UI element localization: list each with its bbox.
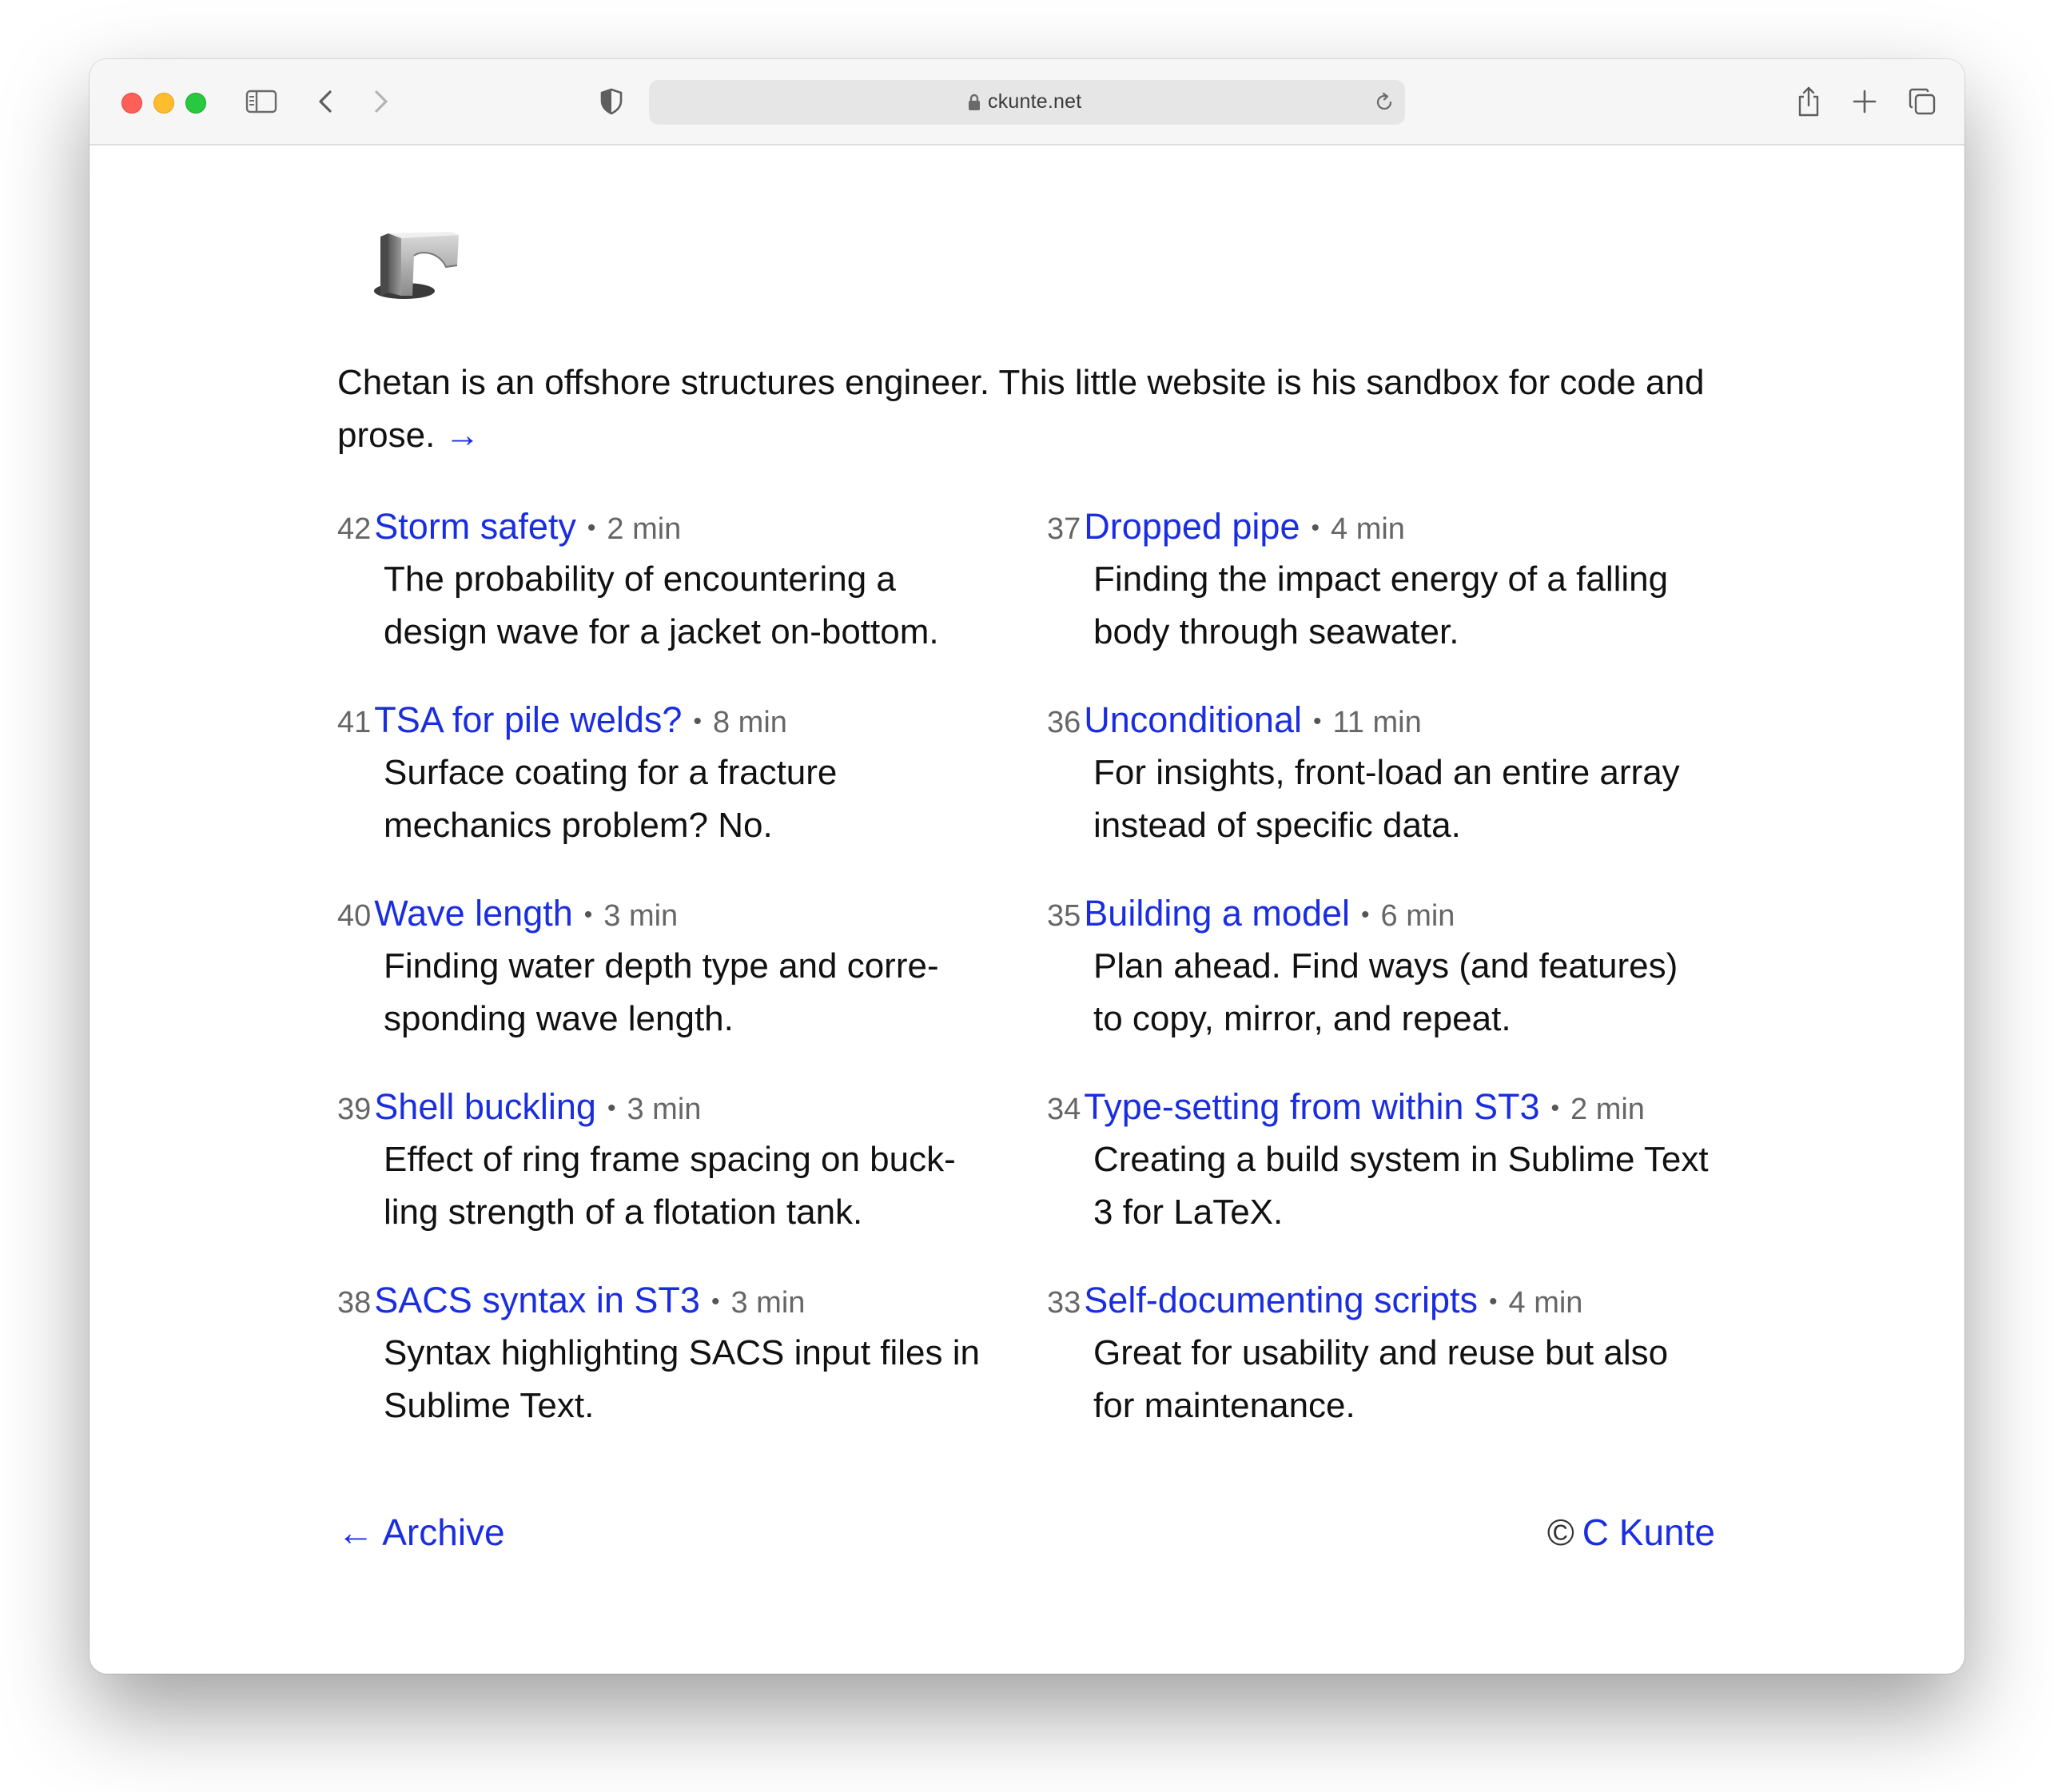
close-window-button[interactable] [121, 93, 142, 113]
post-item: 40Wave length • 3 min Finding water depth … [337, 887, 1025, 1081]
post-item: 36Unconditional • 11 min For insights, fro… [1047, 694, 1734, 887]
read-time: 4 min [1331, 512, 1405, 546]
lock-icon [969, 94, 980, 110]
post-description: Creating a build system in Sublime Text … [1093, 1140, 1709, 1232]
back-chevron-icon[interactable] [307, 83, 344, 120]
post-title-link[interactable]: Storm safety [374, 506, 576, 547]
browser-window: ckunte.net Chetan is an offshore structu… [90, 59, 1964, 1674]
post-title-link[interactable]: Wave length [374, 893, 572, 934]
tab-overview-icon[interactable] [1904, 83, 1941, 120]
post-column-right: 37Dropped pipe • 4 min Finding the impact … [1047, 500, 1734, 1467]
read-time: 2 min [1570, 1093, 1645, 1126]
intro-text: Chetan is an offshore structures enginee… [337, 363, 1705, 455]
post-item: 38SACS syntax in ST3 • 3 min Syntax highli… [337, 1274, 1025, 1467]
post-title-link[interactable]: Unconditional [1084, 699, 1302, 740]
post-item: 37Dropped pipe • 4 min Finding the impact … [1047, 500, 1734, 694]
address-url: ckunte.net [988, 90, 1082, 113]
post-number: 36 [1047, 706, 1081, 739]
separator-dot: • [1361, 902, 1370, 928]
post-description: Great for usability and reuse but also f… [1093, 1333, 1669, 1425]
post-number: 35 [1047, 899, 1081, 933]
browser-toolbar: ckunte.net [90, 59, 1964, 145]
reload-icon[interactable] [1371, 90, 1397, 115]
post-number: 41 [337, 706, 372, 739]
post-number: 34 [1047, 1093, 1081, 1126]
share-icon[interactable] [1790, 83, 1827, 120]
post-number: 39 [337, 1093, 372, 1126]
intro-paragraph: Chetan is an offshore structures enginee… [337, 356, 1744, 462]
copyright-name: C Kunte [1582, 1511, 1715, 1553]
separator-dot: • [583, 902, 593, 928]
separator-dot: • [711, 1288, 720, 1315]
read-time: 2 min [607, 512, 682, 546]
privacy-shield-icon[interactable] [593, 83, 630, 120]
read-time: 11 min [1332, 706, 1422, 739]
new-tab-plus-icon[interactable] [1846, 83, 1883, 120]
separator-dot: • [1312, 708, 1322, 735]
post-item: 39Shell buckling • 3 min Effect of ring fr… [337, 1081, 1025, 1274]
post-number: 38 [337, 1286, 372, 1320]
read-time: 4 min [1508, 1286, 1583, 1320]
address-bar[interactable]: ckunte.net [649, 80, 1405, 125]
post-title-link[interactable]: Self-documenting scripts [1084, 1280, 1478, 1320]
post-item: 42Storm safety • 2 min The probability of … [337, 500, 1025, 694]
read-time: 3 min [627, 1093, 702, 1126]
post-description: The probability of encountering a design… [384, 560, 939, 651]
about-arrow-link[interactable]: → [445, 416, 480, 455]
separator-dot: • [607, 1095, 616, 1121]
site-logo-icon[interactable] [369, 229, 472, 305]
post-description: Syntax highlighting SACS input files in … [384, 1333, 980, 1425]
post-title-link[interactable]: Dropped pipe [1084, 506, 1300, 547]
copyright-icon: © [1546, 1511, 1574, 1553]
page-content: Chetan is an offshore structures enginee… [90, 145, 1964, 1674]
post-number: 37 [1047, 512, 1081, 546]
read-time: 6 min [1380, 899, 1455, 933]
forward-chevron-icon[interactable] [363, 83, 400, 120]
post-title-link[interactable]: TSA for pile welds? [374, 699, 682, 740]
zoom-window-button[interactable] [185, 93, 206, 113]
read-time: 3 min [730, 1286, 806, 1320]
post-number: 42 [337, 512, 372, 546]
post-title-link[interactable]: Shell buckling [374, 1086, 596, 1127]
post-item: 33Self-documenting scripts • 4 min Great f… [1047, 1274, 1734, 1467]
post-number: 33 [1047, 1286, 1081, 1320]
read-time: 3 min [603, 899, 679, 933]
left-arrow-icon: ← [337, 1511, 374, 1553]
post-title-link[interactable]: Building a model [1084, 893, 1350, 934]
archive-label: Archive [382, 1511, 505, 1553]
post-item: 34Type-setting from within ST3 • 2 min Cre… [1047, 1081, 1734, 1274]
separator-dot: • [1311, 515, 1320, 541]
separator-dot: • [587, 515, 596, 541]
post-column-left: 42Storm safety • 2 min The probability of … [337, 500, 1025, 1467]
post-item: 35Building a model • 6 min Plan ahead. Fin… [1047, 887, 1734, 1081]
post-title-link[interactable]: SACS syntax in ST3 [374, 1280, 700, 1320]
post-title-link[interactable]: Type-setting from within ST3 [1084, 1086, 1539, 1127]
post-description: For insights, front-load an entire array… [1093, 753, 1680, 845]
archive-link[interactable]: ← Archive [337, 1506, 505, 1559]
post-description: Effect of ring frame spacing on buck-lin… [384, 1140, 956, 1232]
separator-dot: • [1489, 1288, 1498, 1315]
post-description: Plan ahead. Find ways (and features) to … [1093, 946, 1678, 1038]
post-description: Surface coating for a fracture mechanics… [384, 753, 838, 845]
post-number: 40 [337, 899, 372, 933]
separator-dot: • [1550, 1095, 1560, 1121]
separator-dot: • [693, 708, 702, 735]
read-time: 8 min [712, 706, 787, 739]
post-description: Finding water depth type and corre-spond… [384, 946, 939, 1038]
minimize-window-button[interactable] [153, 93, 174, 113]
sidebar-toggle-icon[interactable] [243, 83, 280, 120]
post-description: Finding the impact energy of a falling b… [1093, 560, 1669, 651]
copyright-link[interactable]: © C Kunte [1547, 1506, 1715, 1559]
post-item: 41TSA for pile welds? • 8 min Surface coat… [337, 694, 1025, 887]
